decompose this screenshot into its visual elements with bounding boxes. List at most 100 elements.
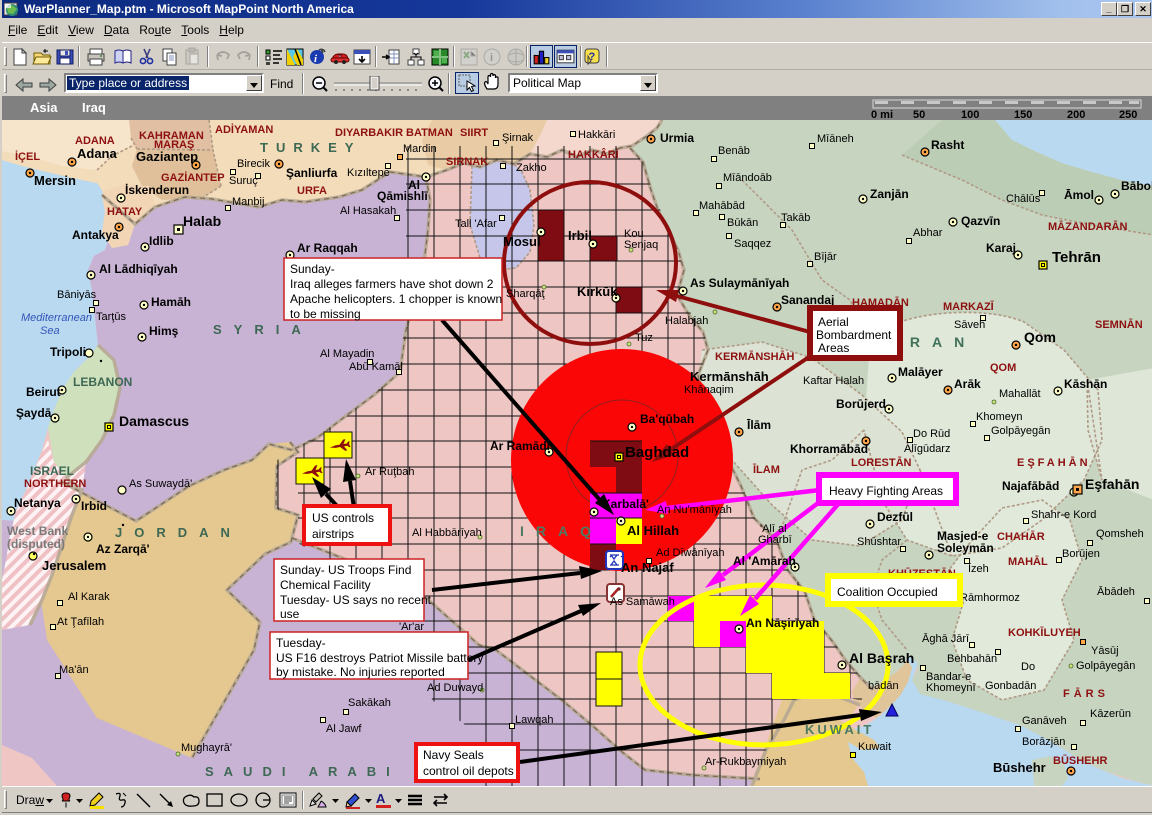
svg-text:Al 'Amārah: Al 'Amārah	[733, 554, 796, 568]
svg-text:Mersin: Mersin	[34, 173, 76, 188]
svg-text:SIIRT: SIIRT	[460, 127, 488, 139]
svg-text:TURKEY: TURKEY	[260, 140, 361, 155]
svg-text:Al Habbārīyah: Al Habbārīyah	[412, 527, 482, 539]
svg-text:JORDAN: JORDAN	[115, 525, 242, 540]
svg-text:EŞFAHĀN: EŞFAHĀN	[1017, 457, 1091, 469]
svg-text:airstrips: airstrips	[312, 527, 354, 541]
svg-text:Al Hillah: Al Hillah	[627, 523, 679, 538]
svg-text:Saqqez: Saqqez	[734, 238, 771, 250]
svg-text:DIYARBAKIR: DIYARBAKIR	[335, 127, 403, 139]
svg-text:to be missing: to be missing	[290, 307, 361, 321]
svg-text:Ad Duwayd: Ad Duwayd	[427, 682, 483, 694]
svg-text:Beirut: Beirut	[26, 385, 61, 399]
svg-text:bādān: bādān	[868, 680, 899, 692]
svg-text:Manbij: Manbij	[232, 196, 264, 208]
svg-text:Hakkāri: Hakkāri	[578, 129, 615, 141]
svg-text:Qazvīn: Qazvīn	[961, 214, 1000, 228]
svg-text:Mardin: Mardin	[403, 143, 437, 155]
svg-text:Sea: Sea	[40, 325, 60, 337]
svg-text:Navy Seals: Navy Seals	[423, 748, 484, 762]
svg-text:Eşfahān: Eşfahān	[1085, 476, 1139, 492]
svg-text:Ar Ramādī: Ar Ramādī	[490, 439, 551, 453]
svg-text:Bābol: Bābol	[1121, 179, 1152, 193]
svg-text:FĀRS: FĀRS	[1063, 688, 1109, 700]
svg-text:As Samāwah: As Samāwah	[610, 596, 675, 608]
svg-text:Mīāneh: Mīāneh	[817, 133, 854, 145]
svg-text:ISRAEL: ISRAEL	[30, 464, 74, 478]
svg-text:Ma'ān: Ma'ān	[59, 664, 89, 676]
svg-text:Tuesday-: Tuesday-	[276, 636, 326, 650]
svg-text:Sanandaj: Sanandaj	[781, 293, 834, 307]
svg-text:Mīāndoāb: Mīāndoāb	[723, 172, 772, 184]
svg-text:Īzeh: Īzeh	[968, 563, 989, 575]
svg-text:LORESTĀN: LORESTĀN	[851, 457, 912, 469]
svg-text:Īlām: Īlām	[746, 418, 771, 432]
svg-text:An Najaf: An Najaf	[621, 560, 674, 575]
svg-text:CHAHĀR: CHAHĀR	[997, 531, 1045, 543]
svg-text:KOHKĪLUYEH: KOHKĪLUYEH	[1008, 627, 1081, 639]
svg-text:SYRIA: SYRIA	[213, 322, 313, 337]
svg-text:Ganāveh: Ganāveh	[1022, 715, 1067, 727]
svg-text:Al Karak: Al Karak	[68, 591, 110, 603]
svg-text:Az Zarqā': Az Zarqā'	[96, 542, 150, 556]
svg-text:BATMAN: BATMAN	[406, 127, 453, 139]
svg-text:Ar Raqqah: Ar Raqqah	[297, 241, 358, 255]
svg-text:?: ?	[589, 51, 596, 63]
svg-text:(disputed): (disputed)	[7, 537, 65, 551]
svg-text:control oil depots: control oil depots	[423, 764, 514, 778]
svg-text:IRAQ: IRAQ	[520, 523, 603, 539]
svg-text:Borūjerd: Borūjerd	[836, 397, 886, 411]
svg-text:LEBANON: LEBANON	[73, 375, 132, 389]
svg-text:Tripoli: Tripoli	[50, 345, 86, 359]
svg-text:Shūshtar: Shūshtar	[857, 536, 901, 548]
svg-text:Suruç: Suruç	[229, 175, 258, 187]
svg-text:Būkān: Būkān	[727, 217, 758, 229]
svg-text:QOM: QOM	[990, 362, 1016, 374]
svg-text:Ar Ruţbah: Ar Ruţbah	[365, 466, 415, 478]
svg-text:Netanya: Netanya	[14, 496, 61, 510]
svg-text:An Nāşirīyah: An Nāşirīyah	[746, 616, 819, 630]
svg-text:MARKAZĪ: MARKAZĪ	[943, 301, 995, 313]
svg-text:Benāb: Benāb	[718, 145, 750, 157]
svg-text:Idlib: Idlib	[149, 234, 174, 248]
svg-text:250: 250	[1119, 109, 1137, 119]
svg-text:Gharbī: Gharbī	[758, 534, 793, 546]
svg-text:Karbalā': Karbalā'	[602, 497, 649, 511]
svg-text:Gaziantep: Gaziantep	[136, 149, 198, 164]
svg-text:Borāzjān: Borāzjān	[1022, 736, 1065, 748]
svg-text:Kaftar Halah: Kaftar Halah	[803, 375, 864, 387]
svg-text:by mistake. No injuries repor: by mistake. No injuries reported	[276, 665, 445, 679]
svg-text:Şirnak: Şirnak	[502, 132, 534, 144]
svg-text:Golpāyegān: Golpāyegān	[1076, 660, 1135, 672]
svg-text:Abhar: Abhar	[913, 227, 943, 239]
svg-text:Hamāh: Hamāh	[151, 295, 191, 309]
svg-text:Ābādeh: Ābādeh	[1097, 586, 1135, 598]
svg-text:Najafābād: Najafābād	[1002, 479, 1059, 493]
svg-text:Kuwait: Kuwait	[858, 741, 891, 753]
svg-text:Bombardment: Bombardment	[816, 328, 892, 342]
svg-text:KUWAIT: KUWAIT	[805, 722, 874, 737]
svg-text:Shahr-e Kord: Shahr-e Kord	[1031, 509, 1096, 521]
svg-text:Heavy Fighting Areas: Heavy Fighting Areas	[829, 484, 943, 498]
svg-text:Al Hasakah: Al Hasakah	[340, 205, 396, 217]
svg-text:Do: Do	[1021, 661, 1035, 673]
svg-text:use: use	[280, 607, 300, 621]
svg-text:Şanliurfa: Şanliurfa	[286, 166, 338, 180]
svg-text:Soleymān: Soleymān	[937, 541, 994, 555]
svg-text:İÇEL: İÇEL	[15, 150, 40, 163]
svg-text:Al Mayadin: Al Mayadin	[320, 348, 374, 360]
svg-text:Chemical Facility: Chemical Facility	[280, 578, 371, 592]
svg-text:SAUDI ARABI: SAUDI ARABI	[205, 764, 400, 779]
svg-text:Al Başrah: Al Başrah	[849, 650, 914, 666]
svg-text:Golpāyegān: Golpāyegān	[991, 425, 1050, 437]
svg-text:Şaydā: Şaydā	[16, 406, 52, 420]
svg-text:İskenderun: İskenderun	[125, 182, 189, 197]
svg-text:Khorramābād: Khorramābād	[790, 442, 868, 456]
svg-text:Mahābād: Mahābād	[699, 200, 745, 212]
svg-text:Rāmhormoz: Rāmhormoz	[960, 592, 1020, 604]
svg-text:An Nu'mānīyah: An Nu'mānīyah	[657, 504, 732, 516]
svg-text:SEMNĀN: SEMNĀN	[1095, 319, 1143, 331]
svg-text:Tarţūs: Tarţūs	[96, 311, 126, 323]
svg-text:50: 50	[913, 109, 925, 119]
svg-text:Sunday-: Sunday-	[290, 262, 335, 276]
